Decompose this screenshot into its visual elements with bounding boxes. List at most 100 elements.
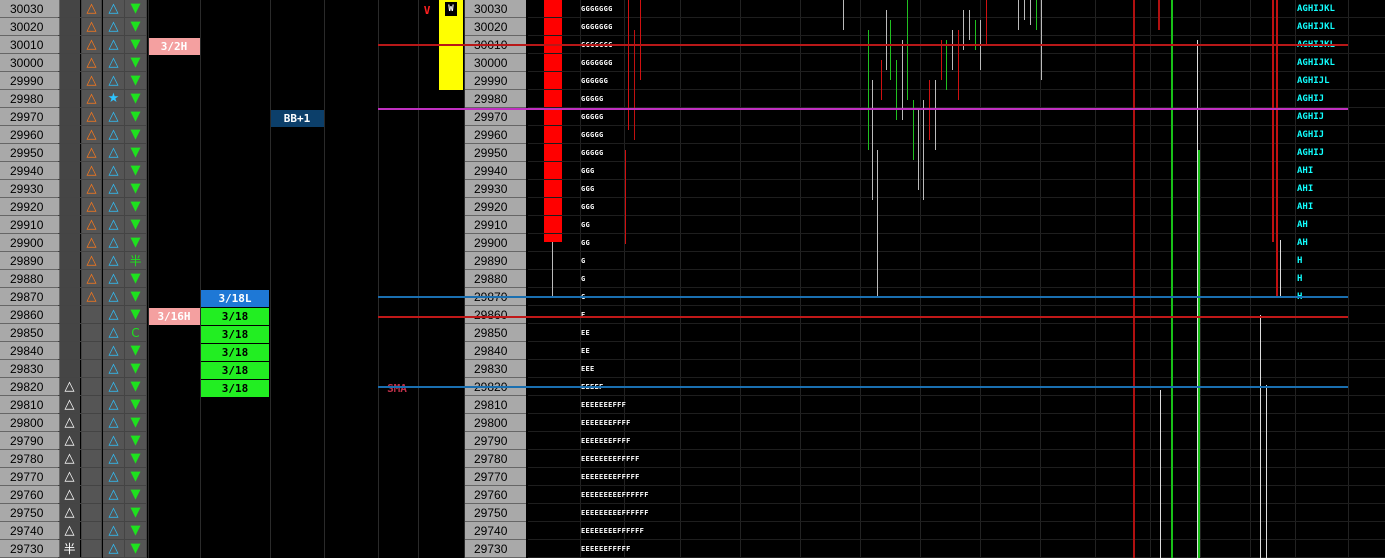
- cyan-triangle-icon[interactable]: △: [103, 234, 125, 252]
- cyan-triangle-icon[interactable]: △: [103, 396, 125, 414]
- green-down-icon[interactable]: ▼: [125, 378, 147, 396]
- green-down-icon[interactable]: ▼: [125, 288, 147, 306]
- marker-cell[interactable]: △: [58, 486, 82, 504]
- cyan-triangle-icon[interactable]: △: [103, 504, 125, 522]
- cyan-triangle-icon[interactable]: △: [103, 216, 125, 234]
- orange-triangle-icon[interactable]: [82, 486, 102, 504]
- tag-3-18[interactable]: 3/18: [201, 344, 269, 361]
- marker-cell[interactable]: [58, 234, 82, 252]
- orange-triangle-icon[interactable]: [82, 468, 102, 486]
- marker-cell[interactable]: [58, 72, 82, 90]
- orange-triangle-icon[interactable]: △: [82, 288, 102, 306]
- marker-cell[interactable]: △: [58, 396, 82, 414]
- green-down-icon[interactable]: ▼: [125, 234, 147, 252]
- marker-cell[interactable]: [58, 126, 82, 144]
- cyan-triangle-icon[interactable]: △: [103, 306, 125, 324]
- cyan-triangle-icon[interactable]: △: [103, 54, 125, 72]
- cyan-triangle-icon[interactable]: △: [103, 378, 125, 396]
- green-down-icon[interactable]: ▼: [125, 72, 147, 90]
- cyan-triangle-icon[interactable]: △: [103, 324, 125, 342]
- green-down-icon[interactable]: ▼: [125, 54, 147, 72]
- orange-triangle-icon[interactable]: △: [82, 36, 102, 54]
- orange-triangle-icon[interactable]: [82, 324, 102, 342]
- cyan-triangle-icon[interactable]: △: [103, 486, 125, 504]
- marker-cell[interactable]: [58, 144, 82, 162]
- marker-cell[interactable]: [58, 324, 82, 342]
- green-down-icon[interactable]: ▼: [125, 306, 147, 324]
- green-down-icon[interactable]: ▼: [125, 522, 147, 540]
- cyan-triangle-icon[interactable]: △: [103, 18, 125, 36]
- cyan-triangle-icon[interactable]: △: [103, 72, 125, 90]
- marker-cell[interactable]: [58, 342, 82, 360]
- cyan-triangle-icon[interactable]: △: [103, 36, 125, 54]
- tag-3-18[interactable]: 3/18: [201, 308, 269, 325]
- cyan-triangle-icon[interactable]: △: [103, 522, 125, 540]
- cyan-triangle-icon[interactable]: △: [103, 252, 125, 270]
- green-down-icon[interactable]: ▼: [125, 108, 147, 126]
- orange-triangle-icon[interactable]: [82, 342, 102, 360]
- marker-cell[interactable]: △: [58, 378, 82, 396]
- orange-triangle-icon[interactable]: [82, 450, 102, 468]
- tag-3-18[interactable]: 3/18: [201, 326, 269, 343]
- orange-triangle-icon[interactable]: △: [82, 18, 102, 36]
- marker-cell[interactable]: [58, 108, 82, 126]
- marker-cell[interactable]: △: [58, 522, 82, 540]
- marker-cell[interactable]: C: [125, 324, 147, 342]
- marker-cell[interactable]: [58, 0, 82, 18]
- marker-cell[interactable]: 半: [125, 252, 147, 270]
- orange-triangle-icon[interactable]: [82, 360, 102, 378]
- orange-triangle-icon[interactable]: [82, 522, 102, 540]
- orange-triangle-icon[interactable]: △: [82, 198, 102, 216]
- marker-cell[interactable]: △: [58, 504, 82, 522]
- cyan-triangle-icon[interactable]: △: [103, 126, 125, 144]
- tag-3-18-low[interactable]: 3/18L: [201, 290, 269, 307]
- green-down-icon[interactable]: ▼: [125, 126, 147, 144]
- green-down-icon[interactable]: ▼: [125, 414, 147, 432]
- orange-triangle-icon[interactable]: [82, 306, 102, 324]
- tag-3-16-high[interactable]: 3/16H: [148, 308, 200, 325]
- green-down-icon[interactable]: ▼: [125, 342, 147, 360]
- orange-triangle-icon[interactable]: △: [82, 144, 102, 162]
- green-down-icon[interactable]: ▼: [125, 468, 147, 486]
- orange-triangle-icon[interactable]: △: [82, 216, 102, 234]
- orange-triangle-icon[interactable]: [82, 378, 102, 396]
- green-down-icon[interactable]: ▼: [125, 36, 147, 54]
- marker-cell[interactable]: [58, 270, 82, 288]
- orange-triangle-icon[interactable]: [82, 540, 102, 558]
- orange-triangle-icon[interactable]: △: [82, 234, 102, 252]
- green-down-icon[interactable]: ▼: [125, 270, 147, 288]
- cyan-triangle-icon[interactable]: △: [103, 0, 125, 18]
- orange-triangle-icon[interactable]: △: [82, 180, 102, 198]
- cyan-triangle-icon[interactable]: △: [103, 288, 125, 306]
- marker-cell[interactable]: [58, 360, 82, 378]
- marker-cell[interactable]: [58, 18, 82, 36]
- orange-triangle-icon[interactable]: △: [82, 72, 102, 90]
- star-icon[interactable]: ★: [103, 90, 125, 108]
- orange-triangle-icon[interactable]: △: [82, 162, 102, 180]
- tag-3-2-high[interactable]: 3/2H: [148, 38, 200, 55]
- marker-cell[interactable]: △: [58, 432, 82, 450]
- marker-cell[interactable]: [58, 36, 82, 54]
- tag-bb-plus-1[interactable]: BB+1: [270, 110, 324, 127]
- marker-cell[interactable]: [58, 288, 82, 306]
- orange-triangle-icon[interactable]: △: [82, 90, 102, 108]
- green-down-icon[interactable]: ▼: [125, 216, 147, 234]
- marker-cell[interactable]: [58, 180, 82, 198]
- cyan-triangle-icon[interactable]: △: [103, 270, 125, 288]
- green-down-icon[interactable]: ▼: [125, 18, 147, 36]
- orange-triangle-icon[interactable]: [82, 432, 102, 450]
- orange-triangle-icon[interactable]: △: [82, 126, 102, 144]
- cyan-triangle-icon[interactable]: △: [103, 540, 125, 558]
- tag-3-18[interactable]: 3/18: [201, 380, 269, 397]
- marker-cell[interactable]: [58, 90, 82, 108]
- green-down-icon[interactable]: ▼: [125, 504, 147, 522]
- marker-cell[interactable]: 半: [58, 540, 82, 558]
- orange-triangle-icon[interactable]: △: [82, 252, 102, 270]
- cyan-triangle-icon[interactable]: △: [103, 108, 125, 126]
- green-down-icon[interactable]: ▼: [125, 144, 147, 162]
- marker-cell[interactable]: △: [58, 468, 82, 486]
- orange-triangle-icon[interactable]: △: [82, 270, 102, 288]
- green-down-icon[interactable]: ▼: [125, 360, 147, 378]
- marker-cell[interactable]: [58, 216, 82, 234]
- green-down-icon[interactable]: ▼: [125, 540, 147, 558]
